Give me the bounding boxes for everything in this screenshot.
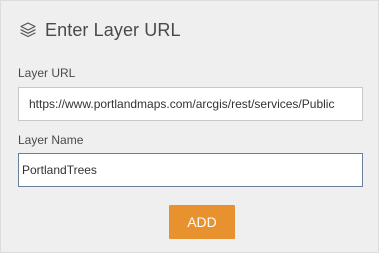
layer-url-label: Layer URL [18,66,76,80]
layer-url-input[interactable] [18,87,363,121]
enter-layer-url-panel: Enter Layer URL Layer URL Layer Name ADD [0,0,379,253]
panel-header: Enter Layer URL [18,18,181,42]
panel-title: Enter Layer URL [45,19,181,40]
add-button[interactable]: ADD [169,205,235,239]
layer-name-label: Layer Name [18,133,84,147]
layer-name-input[interactable] [18,153,363,187]
layers-icon [18,20,38,40]
